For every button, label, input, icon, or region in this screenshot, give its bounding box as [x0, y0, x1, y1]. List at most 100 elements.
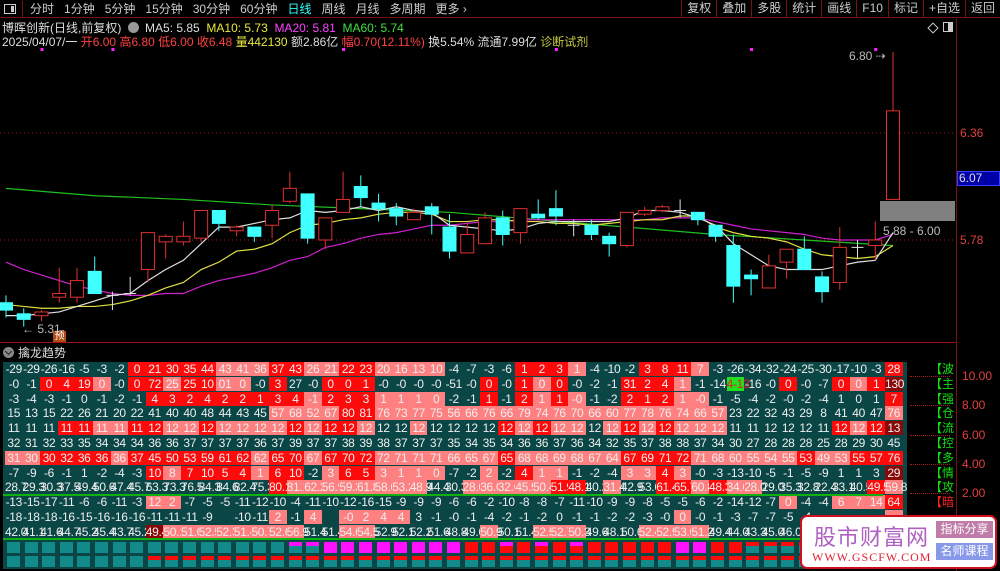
candle[interactable] — [619, 211, 634, 248]
indicator-cell: 37 — [128, 450, 146, 465]
candle[interactable] — [158, 234, 173, 259]
indicator-share-button[interactable]: 指标分享 — [936, 521, 993, 538]
teacher-course-button[interactable]: 名师课程 — [936, 543, 993, 560]
period-tab[interactable]: 周线 — [316, 0, 350, 17]
candle[interactable] — [69, 267, 84, 303]
candle[interactable] — [282, 171, 297, 204]
indicator-cell: -0 — [378, 376, 389, 391]
indicator-cell: 53 — [797, 450, 815, 465]
indicator-cell: 34 — [465, 436, 478, 450]
signal-square — [746, 541, 760, 553]
indicator-cell: -2 — [466, 465, 477, 480]
candle[interactable] — [194, 209, 209, 242]
candle[interactable] — [477, 212, 492, 245]
candle[interactable] — [176, 221, 191, 246]
signal-square — [306, 556, 320, 568]
layout-icon[interactable] — [943, 22, 953, 32]
indicator-title[interactable]: 擒龙趋势 — [18, 344, 66, 361]
toolbar-button[interactable]: 返回 — [964, 0, 1000, 18]
toolbar-button[interactable]: 标记 — [887, 0, 923, 18]
candle[interactable] — [318, 217, 333, 250]
panel-toggle-icon[interactable] — [4, 3, 16, 14]
quote-turnover: 换5.54% — [428, 35, 475, 49]
candle[interactable] — [726, 234, 741, 303]
signal-square — [359, 541, 372, 553]
candle[interactable] — [513, 208, 528, 244]
candle[interactable] — [300, 193, 315, 244]
indicator-cell: 42.9 — [621, 480, 644, 495]
candle[interactable] — [690, 211, 705, 226]
candle[interactable] — [815, 271, 830, 303]
indicator-cell: 8 — [163, 465, 181, 480]
candle[interactable] — [211, 209, 226, 231]
indicator-cell: -0 — [431, 376, 442, 391]
candle[interactable] — [744, 269, 759, 296]
indicator-cell: 52.5 — [533, 524, 556, 539]
period-tab[interactable]: 60分钟 — [235, 0, 282, 17]
candle[interactable] — [247, 226, 262, 242]
candle[interactable] — [353, 175, 368, 207]
toolbar-button[interactable]: 画线 — [821, 0, 856, 18]
indicator-cell: 22.4 — [814, 480, 837, 495]
candle[interactable] — [761, 254, 776, 289]
candle[interactable] — [336, 171, 351, 213]
toolbar-button[interactable]: +自选 — [922, 0, 965, 18]
period-tab[interactable]: 月线 — [351, 0, 385, 17]
candle[interactable] — [584, 219, 599, 241]
candle[interactable] — [602, 232, 617, 257]
indicator-cell: 23 — [357, 362, 375, 376]
quote-sector[interactable]: 诊断试剂 — [540, 35, 588, 49]
period-tab[interactable]: 日线 — [282, 0, 316, 17]
period-tab[interactable]: 更多 › — [431, 0, 472, 17]
candle[interactable] — [371, 193, 386, 222]
candle[interactable] — [34, 310, 49, 322]
candle[interactable] — [832, 227, 847, 290]
indicator-cell: 2 — [621, 391, 639, 406]
signal-square — [623, 556, 636, 568]
signal-square — [77, 541, 91, 553]
candle[interactable] — [52, 267, 67, 303]
indicator-cell: 0 — [673, 510, 692, 524]
signal-square-top — [781, 556, 795, 561]
period-tab[interactable]: 分时 — [25, 0, 59, 17]
toolbar-button[interactable]: 统计 — [786, 0, 821, 18]
candle[interactable] — [531, 199, 546, 220]
period-tab[interactable]: 30分钟 — [188, 0, 235, 17]
toolbar-button[interactable]: 多股 — [751, 0, 786, 18]
candle[interactable] — [140, 232, 155, 283]
candle[interactable] — [124, 276, 137, 296]
candle[interactable] — [886, 51, 900, 200]
candle[interactable] — [674, 199, 687, 218]
candle[interactable] — [87, 256, 102, 295]
candle[interactable] — [495, 210, 510, 246]
period-tab[interactable]: 5分钟 — [100, 0, 141, 17]
indicator-cell: 43 — [236, 406, 249, 421]
kline-chart[interactable] — [0, 0, 956, 341]
toolbar-button[interactable]: 叠加 — [716, 0, 751, 18]
toolbar-button[interactable]: 复权 — [681, 0, 716, 18]
candle[interactable] — [389, 203, 404, 226]
indicator-cell: 22 — [130, 406, 144, 421]
candle[interactable] — [442, 214, 457, 259]
period-tab[interactable]: 多周期 — [385, 0, 431, 17]
indicator-cell: 0 — [427, 391, 445, 406]
candle[interactable] — [637, 206, 652, 217]
toolbar-button[interactable]: F10 — [856, 0, 888, 18]
chevron-down-icon[interactable] — [3, 346, 14, 358]
period-tab[interactable]: 1分钟 — [59, 0, 100, 17]
candle[interactable] — [424, 203, 439, 235]
candle[interactable] — [229, 225, 244, 237]
indicator-gridline — [910, 493, 950, 495]
candle[interactable] — [868, 221, 883, 261]
candle[interactable] — [779, 248, 794, 279]
candle[interactable] — [0, 295, 13, 318]
indicator-cell: -11 — [164, 510, 180, 524]
candle[interactable] — [708, 224, 723, 242]
period-tab[interactable]: 15分钟 — [140, 0, 187, 17]
candle[interactable] — [797, 236, 812, 271]
indicator-cell: 76.5 — [181, 480, 204, 495]
candle[interactable] — [265, 204, 280, 239]
signal-square — [183, 556, 196, 568]
ma-settings-icon[interactable] — [127, 22, 139, 33]
indicator-cell: 62 — [233, 450, 252, 465]
